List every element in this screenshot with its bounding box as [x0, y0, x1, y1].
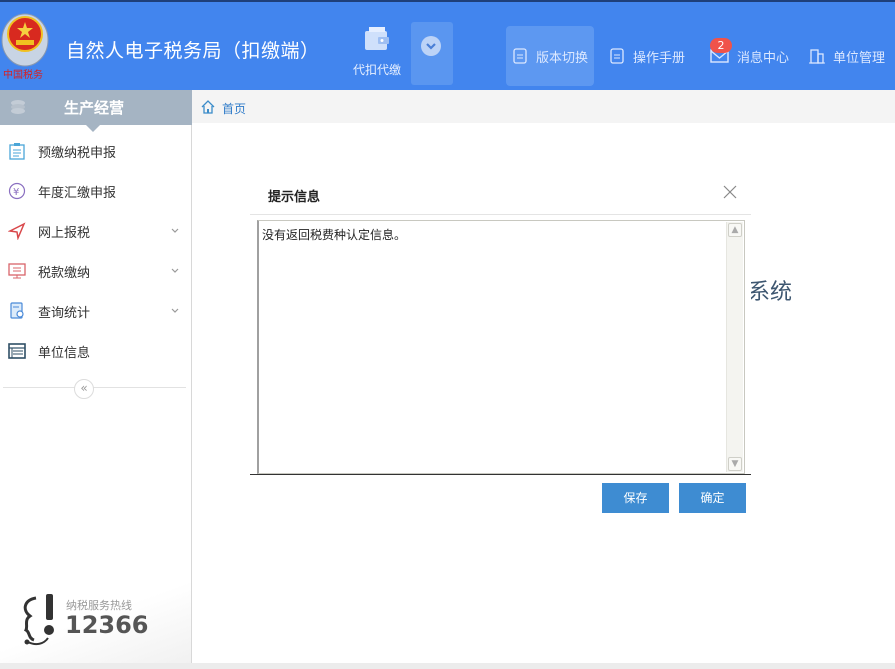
dialog-divider [250, 214, 751, 215]
building-icon [809, 49, 825, 64]
chevron-down-icon [171, 308, 179, 313]
nav-label: 消息中心 [737, 50, 790, 66]
bottom-status-strip [0, 663, 895, 669]
collapse-sidebar-button[interactable]: « [74, 379, 94, 399]
sidebar-item-tax-payment[interactable]: 税款缴纳 [0, 251, 190, 291]
scroll-up-icon[interactable]: ▲ [728, 223, 742, 237]
dialog-message: 没有返回税费种认定信息。 [262, 228, 407, 242]
menu-label: 网上报税 [38, 225, 91, 241]
document-icon [513, 48, 527, 64]
nav-manual[interactable]: 操作手册 [609, 26, 685, 86]
more-dropdown-button[interactable] [411, 22, 453, 85]
app-title: 自然人电子税务局（扣缴端） [66, 40, 320, 62]
svg-text:¥: ¥ [13, 187, 19, 198]
menu-label: 年度汇缴申报 [38, 185, 117, 201]
breadcrumb: 首页 [192, 90, 895, 123]
top-bar: 中国税务 自然人电子税务局（扣缴端） 代扣代缴 版本切换 操作手册 消息中心 2… [0, 0, 895, 90]
vertical-scrollbar[interactable]: ▲ ▼ [726, 222, 743, 472]
message-count-badge: 2 [710, 38, 732, 53]
divider [3, 387, 186, 388]
nav-message-center[interactable]: 消息中心 [710, 26, 789, 86]
document-icon [610, 48, 624, 64]
background-welcome-text: 系统 [748, 280, 793, 305]
dialog-title: 提示信息 [268, 190, 321, 205]
nav-unit-management[interactable]: 单位管理 [809, 26, 885, 86]
home-icon [201, 100, 215, 114]
monitor-icon [8, 263, 26, 279]
logo-caption: 中国税务 [3, 68, 43, 81]
headset-service-icon [23, 594, 54, 646]
chevron-down-icon [421, 36, 441, 56]
save-button[interactable]: 保存 [602, 483, 669, 513]
menu-label: 查询统计 [38, 305, 91, 321]
sidebar-item-online-filing[interactable]: 网上报税 [0, 211, 190, 251]
hotline-number: 12366 [65, 611, 149, 639]
daikou-button[interactable]: 代扣代缴 [348, 26, 406, 84]
sidebar-section-header[interactable]: 生产经营 [0, 90, 192, 125]
close-icon[interactable] [722, 184, 738, 200]
scroll-down-icon[interactable]: ▼ [728, 457, 742, 471]
info-dialog: 提示信息 没有返回税费种认定信息。 ▲ ▼ 保存 确定 [250, 170, 751, 515]
tax-emblem-logo: 中国税务 [1, 13, 49, 81]
clipboard-icon [9, 143, 25, 160]
nav-label: 操作手册 [633, 50, 686, 66]
sidebar-item-annual-settlement[interactable]: ¥ 年度汇缴申报 [0, 171, 190, 211]
search-doc-icon [10, 302, 24, 319]
sidebar: 生产经营 预缴纳税申报 ¥ 年度汇缴申报 网上报税 税款缴纳 查询统计 单位信息… [0, 90, 192, 663]
sidebar-item-query-statistics[interactable]: 查询统计 [0, 291, 190, 331]
wallet-icon [365, 27, 389, 50]
hotline-banner: 纳税服务热线 12366 [0, 568, 191, 663]
yen-circle-icon: ¥ [8, 182, 26, 200]
breadcrumb-home-link[interactable]: 首页 [222, 100, 246, 117]
chevron-down-icon [171, 268, 179, 273]
sidebar-item-unit-info[interactable]: 单位信息 [0, 331, 190, 371]
sidebar-section-title: 生产经营 [64, 99, 125, 117]
menu-label: 预缴纳税申报 [38, 145, 117, 161]
nav-version-switch[interactable]: 版本切换 [506, 26, 594, 86]
message-textarea[interactable]: 没有返回税费种认定信息。 ▲ ▼ [257, 220, 745, 474]
menu-label: 单位信息 [38, 345, 91, 361]
sidebar-item-prepaid-declaration[interactable]: 预缴纳税申报 [0, 131, 190, 171]
coins-icon [11, 100, 25, 114]
menu-label: 税款缴纳 [38, 265, 91, 281]
nav-label: 版本切换 [536, 50, 589, 66]
send-icon [8, 222, 26, 240]
list-icon [8, 343, 26, 359]
daikou-label: 代扣代缴 [352, 63, 401, 77]
nav-label: 单位管理 [833, 50, 886, 66]
chevron-down-icon [171, 228, 179, 233]
confirm-button[interactable]: 确定 [679, 483, 746, 513]
dialog-bottom-border [250, 474, 751, 475]
